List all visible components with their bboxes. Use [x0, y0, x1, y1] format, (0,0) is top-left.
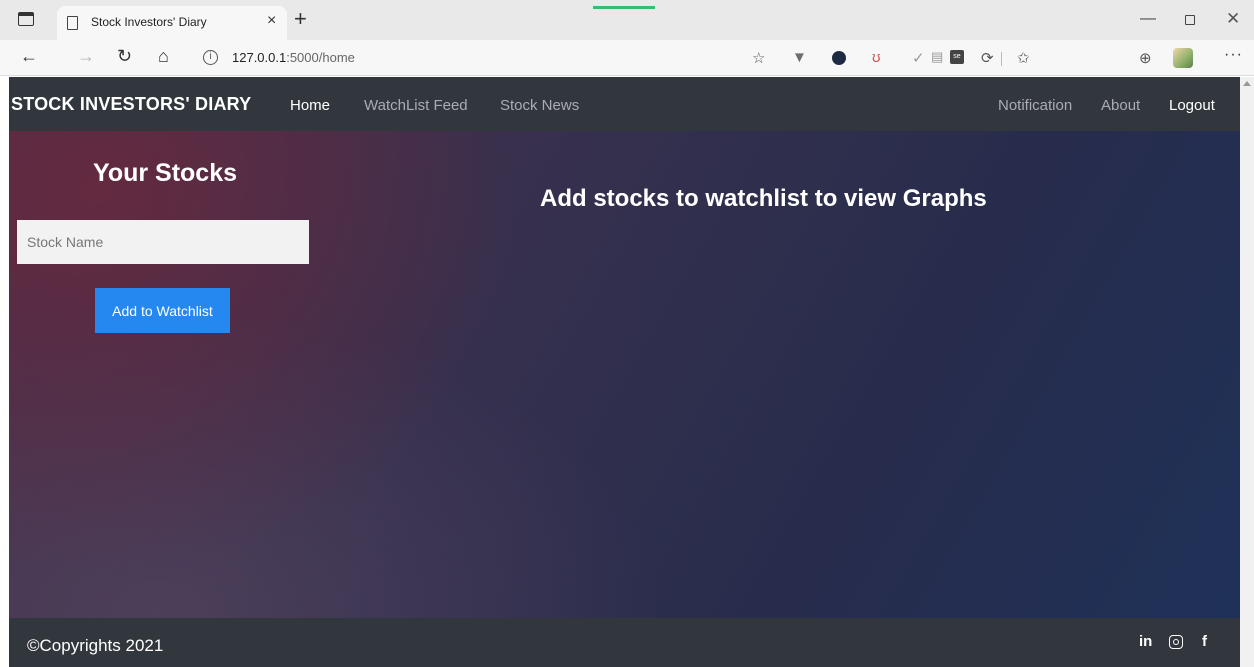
- main-content: Your Stocks Add to Watchlist Add stocks …: [9, 131, 1240, 618]
- nav-notification[interactable]: Notification: [998, 97, 1072, 114]
- tab-actions-icon[interactable]: [18, 12, 34, 26]
- browser-toolbar: ← → ↻ ⌂ i 127.0.0.1:5000/home ☆ ▼ ʊ ✓ ▤ …: [0, 40, 1254, 76]
- tab-title: Stock Investors' Diary: [91, 15, 207, 29]
- home-icon[interactable]: ⌂: [158, 46, 169, 67]
- your-stocks-heading: Your Stocks: [93, 159, 238, 187]
- page-scrollbar[interactable]: [1240, 77, 1254, 667]
- graphs-empty-message: Add stocks to watchlist to view Graphs: [540, 185, 987, 212]
- profile-avatar[interactable]: [1173, 48, 1193, 68]
- selenium-ide-icon[interactable]: se: [950, 50, 964, 64]
- refresh-icon[interactable]: ↻: [117, 46, 132, 67]
- back-icon[interactable]: ←: [20, 46, 38, 67]
- favorites-icon[interactable]: ✩: [1017, 49, 1030, 67]
- add-to-watchlist-button[interactable]: Add to Watchlist: [95, 288, 230, 333]
- nav-home[interactable]: Home: [290, 97, 330, 114]
- minimize-icon[interactable]: —: [1140, 10, 1156, 28]
- toolbar-separator: [1001, 52, 1002, 66]
- page-viewport: STOCK INVESTORS' DIARY Home WatchList Fe…: [9, 77, 1240, 667]
- collections-icon[interactable]: ⊕: [1139, 49, 1152, 67]
- window-close-icon[interactable]: ✕: [1226, 9, 1240, 29]
- more-menu-icon[interactable]: ···: [1224, 46, 1243, 64]
- nav-logout[interactable]: Logout: [1169, 97, 1215, 114]
- linkedin-icon[interactable]: in: [1139, 633, 1152, 650]
- favorites-add-icon[interactable]: ☆: [752, 49, 765, 67]
- extension-dot-icon[interactable]: [832, 51, 846, 65]
- browser-tab-bar: Stock Investors' Diary × + — ✕: [0, 0, 1254, 40]
- address-input[interactable]: 127.0.0.1:5000/home: [232, 50, 355, 65]
- site-footer: ©Copyrights 2021 in f: [9, 618, 1240, 667]
- nav-about[interactable]: About: [1101, 97, 1140, 114]
- forward-icon[interactable]: →: [77, 46, 95, 67]
- url-host: 127.0.0.1: [232, 50, 287, 65]
- nav-watchlist-feed[interactable]: WatchList Feed: [364, 97, 468, 114]
- site-info-icon[interactable]: i: [203, 50, 218, 65]
- clipboard-icon[interactable]: ▤: [931, 49, 943, 65]
- instagram-icon[interactable]: [1169, 635, 1183, 649]
- extensions-icon[interactable]: ⟳: [981, 49, 994, 67]
- tab-accent: [593, 6, 655, 9]
- stock-name-input[interactable]: [17, 220, 309, 264]
- new-tab-icon[interactable]: +: [294, 6, 307, 32]
- pocket-icon[interactable]: ▼: [792, 49, 807, 66]
- check-icon[interactable]: ✓: [912, 49, 925, 67]
- nav-stock-news[interactable]: Stock News: [500, 97, 579, 114]
- page-icon: [67, 16, 78, 30]
- browser-tab[interactable]: Stock Investors' Diary ×: [57, 6, 287, 40]
- ublock-icon[interactable]: ʊ: [872, 49, 881, 66]
- scroll-up-icon[interactable]: [1243, 81, 1251, 86]
- copyright-text: ©Copyrights 2021: [27, 636, 164, 655]
- close-tab-icon[interactable]: ×: [267, 12, 276, 30]
- site-navbar: STOCK INVESTORS' DIARY Home WatchList Fe…: [9, 77, 1240, 131]
- maximize-icon[interactable]: [1185, 15, 1195, 25]
- url-path: :5000/home: [286, 50, 355, 65]
- brand-logo[interactable]: STOCK INVESTORS' DIARY: [11, 94, 251, 115]
- facebook-icon[interactable]: f: [1202, 633, 1207, 650]
